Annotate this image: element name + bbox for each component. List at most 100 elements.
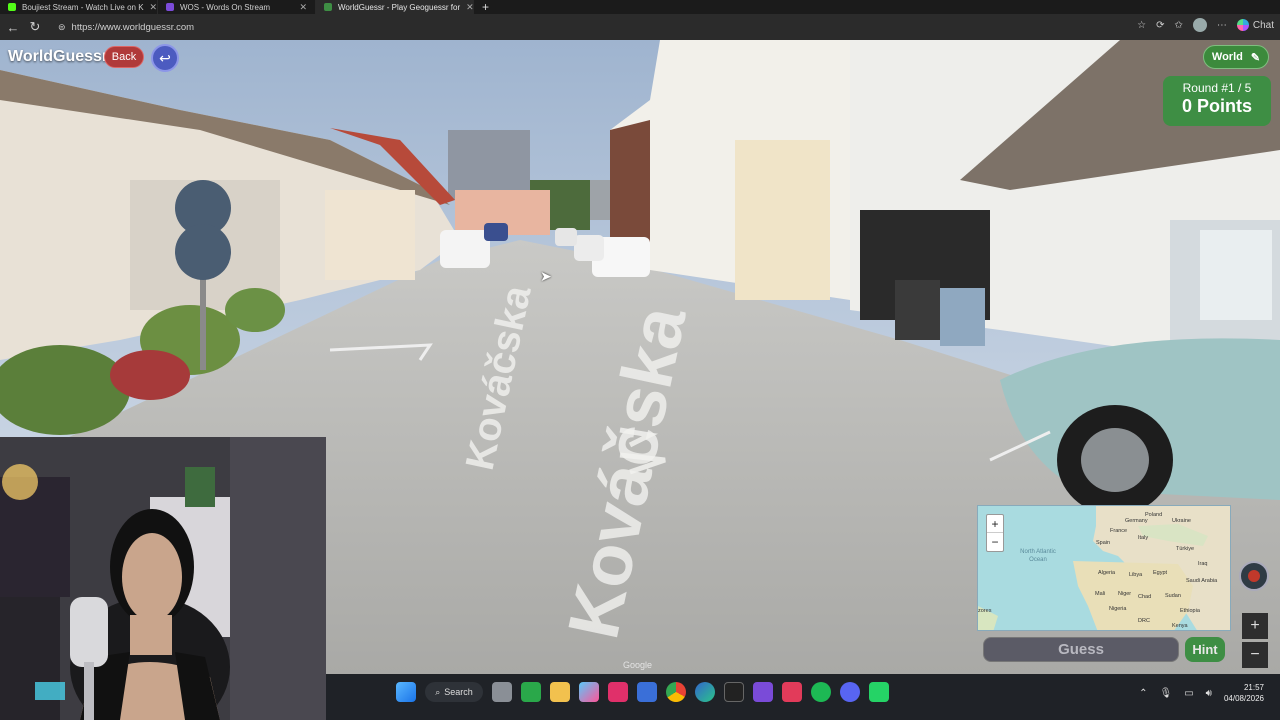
- file-explorer-icon[interactable]: [550, 682, 570, 702]
- profile-avatar[interactable]: [1192, 18, 1207, 32]
- grid-app-icon[interactable]: [753, 682, 773, 702]
- spotify-icon[interactable]: [811, 682, 831, 702]
- discord-icon[interactable]: [840, 682, 860, 702]
- world-mode-button[interactable]: World ✎: [1203, 45, 1269, 69]
- map-label-germany: Germany: [1125, 518, 1148, 524]
- guess-button[interactable]: Guess: [983, 637, 1179, 662]
- return-arrow-icon: ↩: [159, 49, 171, 66]
- map-label-poland: Poland: [1145, 512, 1163, 518]
- windows-start-icon[interactable]: [396, 682, 416, 702]
- guess-map[interactable]: Germany Poland Ukraine France Italy Spai…: [977, 505, 1231, 631]
- hint-button[interactable]: Hint: [1185, 637, 1225, 662]
- round-label: Round #1 / 5: [1182, 81, 1252, 95]
- map-label-ethiopia: Ethiopia: [1180, 608, 1200, 614]
- map-label-nigeria: Nigeria: [1109, 606, 1127, 612]
- map-label-kenya: Kenya: [1172, 623, 1188, 629]
- streetview-zoom-control: + −: [1242, 613, 1268, 668]
- map-label-spain: Spain: [1096, 540, 1111, 546]
- webcam-feed-graphic: [0, 437, 326, 720]
- whatsapp-icon[interactable]: [869, 682, 889, 702]
- google-watermark: Google: [623, 660, 653, 670]
- map-label-saudi-arabia: Saudi Arabia: [1186, 578, 1218, 584]
- map-zoom-control: + −: [986, 514, 1004, 552]
- browser-tab-worldguessr[interactable]: WorldGuessr - Play Geoguessr for ✕: [316, 0, 474, 14]
- tab-title: WorldGuessr - Play Geoguessr for: [338, 2, 461, 12]
- map-label-france: France: [1110, 528, 1128, 534]
- browser-tab-wos[interactable]: WOS - Words On Stream ✕: [158, 0, 316, 14]
- volume-icon[interactable]: 🔊︎: [1206, 688, 1212, 699]
- browser-tab-bar: Boujiest Stream - Watch Live on K ✕ WOS …: [0, 0, 1280, 14]
- extensions-icon[interactable]: ⟳: [1156, 20, 1164, 31]
- tab-title: WOS - Words On Stream: [180, 2, 271, 12]
- tiktok-app-icon[interactable]: [608, 682, 628, 702]
- copilot-chat-button[interactable]: Chat: [1236, 19, 1274, 31]
- microphone-icon[interactable]: 🎙︎: [1159, 688, 1172, 699]
- xbox-app-icon[interactable]: [521, 682, 541, 702]
- streetview-zoom-out-button[interactable]: −: [1242, 642, 1268, 668]
- map-label-algeria: Algeria: [1098, 570, 1116, 576]
- streamer-app-icon[interactable]: [782, 682, 802, 702]
- network-icon[interactable]: ▭: [1184, 688, 1193, 699]
- taskbar-search-button[interactable]: ⌕ Search: [425, 682, 483, 702]
- chrome-app-icon[interactable]: [666, 682, 686, 702]
- close-tab-icon[interactable]: ✕: [150, 2, 157, 13]
- kick-favicon-icon: [8, 3, 16, 11]
- back-button[interactable]: Back: [104, 46, 144, 68]
- map-label-niger: Niger: [1118, 591, 1132, 597]
- close-tab-icon[interactable]: ✕: [466, 2, 473, 13]
- compass-icon[interactable]: [1239, 561, 1269, 591]
- map-label-sudan: Sudan: [1165, 593, 1181, 599]
- streamer-webcam-overlay: [0, 437, 326, 720]
- url-field[interactable]: ⊜ https://www.worldguessr.com: [52, 17, 1116, 37]
- new-tab-button[interactable]: +: [474, 0, 497, 14]
- worldguessr-logo[interactable]: WorldGuessr: [8, 48, 108, 66]
- windows-taskbar: ⌕ Search ⌃ 🎙︎ ▭ 🔊︎ 21:57 04/08/2026: [326, 674, 1280, 720]
- map-label-mali: Mali: [1095, 591, 1106, 597]
- map-zoom-out-button[interactable]: −: [987, 533, 1003, 551]
- mouse-cursor-icon: ➤: [540, 268, 552, 284]
- world-label: World: [1211, 51, 1243, 63]
- map-label-turkiye: Türkiye: [1176, 546, 1195, 552]
- edge-app-icon[interactable]: [695, 682, 715, 702]
- system-tray: ⌃ 🎙︎ ▭ 🔊︎ 21:57 04/08/2026: [1139, 682, 1264, 704]
- map-zoom-in-button[interactable]: +: [987, 515, 1003, 533]
- tab-title: Boujiest Stream - Watch Live on K: [22, 2, 144, 12]
- browser-toolbar: ☆ ⟳ ✩ ⋯ Chat: [1137, 18, 1274, 32]
- address-bar: ← ↻ ⊜ https://www.worldguessr.com ☆ ⟳ ✩ …: [0, 14, 1280, 40]
- round-info-panel: Round #1 / 5 0 Points: [1163, 76, 1271, 126]
- more-menu-icon[interactable]: ⋯: [1217, 20, 1227, 31]
- map-label-drc: DRC: [1138, 618, 1150, 624]
- mail-app-icon[interactable]: [637, 682, 657, 702]
- task-view-icon[interactable]: [492, 682, 512, 702]
- streetview-zoom-in-button[interactable]: +: [1242, 613, 1268, 639]
- map-label-azores: zores: [978, 608, 992, 614]
- refresh-icon[interactable]: ↻: [24, 19, 46, 35]
- return-to-start-button[interactable]: ↩: [151, 44, 179, 72]
- worldguessr-favicon-icon: [324, 3, 332, 11]
- pencil-icon: ✎: [1250, 51, 1261, 64]
- close-tab-icon[interactable]: ✕: [299, 2, 307, 13]
- chevron-up-icon[interactable]: ⌃: [1139, 688, 1147, 699]
- clock-date: 04/08/2026: [1223, 694, 1264, 703]
- search-label: Search: [444, 687, 473, 697]
- chat-label: Chat: [1252, 19, 1274, 31]
- points-label: 0 Points: [1181, 96, 1252, 116]
- map-label-iraq: Iraq: [1198, 561, 1208, 567]
- back-arrow-icon[interactable]: ←: [2, 20, 24, 35]
- clock-time: 21:57: [1243, 683, 1264, 692]
- chill-guys-app-icon[interactable]: [724, 682, 744, 702]
- wos-favicon-icon: [166, 3, 174, 11]
- system-clock[interactable]: 21:57 04/08/2026: [1224, 682, 1264, 704]
- map-label-north-atlantic: North Atlantic Ocean: [1020, 549, 1056, 563]
- url-text: https://www.worldguessr.com: [71, 21, 195, 33]
- map-label-libya: Libya: [1129, 572, 1143, 578]
- favorites-icon[interactable]: ✩: [1174, 20, 1182, 31]
- copilot-icon: [1236, 19, 1249, 31]
- copilot-app-icon[interactable]: [579, 682, 599, 702]
- favorite-star-icon[interactable]: ☆: [1137, 20, 1146, 31]
- map-label-chad: Chad: [1138, 594, 1152, 600]
- browser-tab-kick[interactable]: Boujiest Stream - Watch Live on K ✕: [0, 0, 158, 14]
- map-label-ukraine: Ukraine: [1172, 518, 1191, 524]
- site-info-icon[interactable]: ⊜: [58, 22, 66, 33]
- search-icon: ⌕: [435, 686, 441, 697]
